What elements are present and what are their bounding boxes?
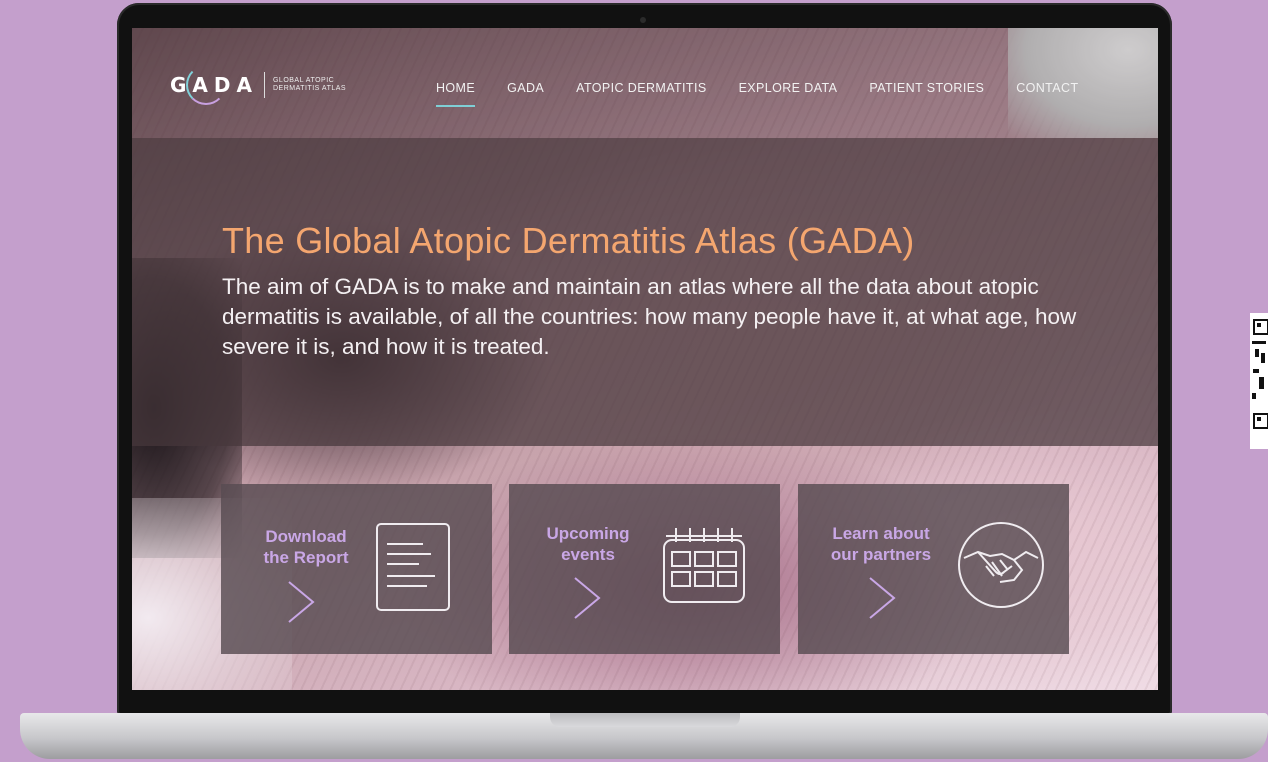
hero-banner: The Global Atopic Dermatitis Atlas (GADA…: [132, 138, 1158, 446]
card-label: Download the Report: [263, 527, 349, 567]
document-icon: [376, 523, 450, 611]
camera: [640, 17, 646, 23]
laptop-notch: [550, 713, 740, 727]
nav-item-patient-stories[interactable]: PATIENT STORIES: [869, 81, 984, 101]
chevron-right-icon: [869, 577, 896, 619]
handshake-icon: [958, 522, 1044, 608]
laptop-screen: GADA GLOBAL ATOPIC DERMATITIS ATLAS HOME…: [132, 28, 1158, 690]
nav-item-gada[interactable]: GADA: [507, 81, 544, 101]
logo-arc-icon: [186, 65, 226, 105]
logo-divider: [263, 72, 265, 98]
chevron-right-icon: [574, 577, 601, 619]
logo-wordmark: GADA: [170, 65, 258, 105]
page-title: The Global Atopic Dermatitis Atlas (GADA…: [222, 220, 915, 261]
upcoming-events-card[interactable]: Upcoming events: [509, 484, 780, 654]
nav-item-home[interactable]: HOME: [436, 81, 476, 107]
hero-description: The aim of GADA is to make and maintain …: [222, 274, 1077, 359]
nav-item-atopic-dermatitis[interactable]: ATOPIC DERMATITIS: [576, 81, 706, 101]
download-report-card[interactable]: Download the Report: [221, 484, 492, 654]
main-nav: HOME GADA ATOPIC DERMATITIS EXPLORE DATA…: [436, 81, 1079, 107]
nav-item-contact[interactable]: CONTACT: [1016, 81, 1078, 101]
qr-code-icon: [1250, 313, 1268, 449]
partners-card[interactable]: Learn about our partners: [798, 484, 1069, 654]
site-header: GADA GLOBAL ATOPIC DERMATITIS ATLAS HOME…: [132, 28, 1158, 138]
card-label: Learn about our partners: [830, 524, 932, 564]
nav-item-explore-data[interactable]: EXPLORE DATA: [739, 81, 838, 101]
chevron-right-icon: [288, 581, 315, 623]
logo-tagline: GLOBAL ATOPIC DERMATITIS ATLAS: [272, 77, 347, 92]
calendar-icon: [663, 528, 745, 603]
site-logo[interactable]: GADA GLOBAL ATOPIC DERMATITIS ATLAS: [170, 65, 373, 105]
card-label: Upcoming events: [546, 524, 630, 564]
